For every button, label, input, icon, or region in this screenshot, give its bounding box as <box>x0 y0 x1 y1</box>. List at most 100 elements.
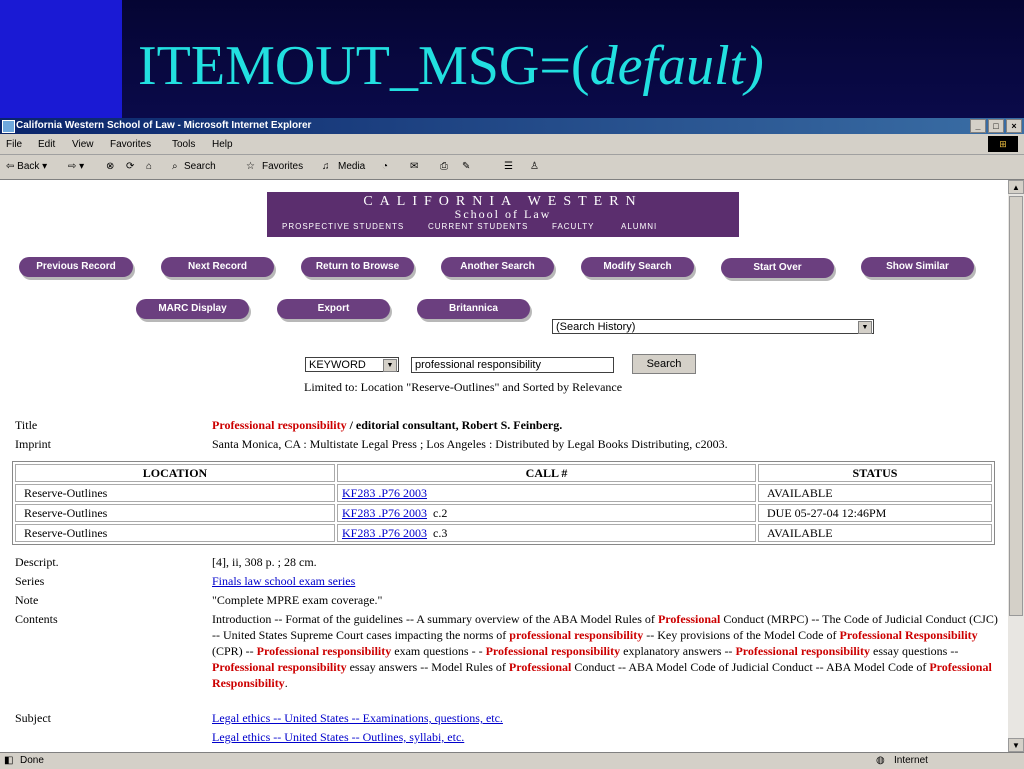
next-record-button[interactable]: Next Record <box>161 257 274 277</box>
descript-label: Descript. <box>15 555 59 569</box>
return-to-browse-button[interactable]: Return to Browse <box>301 257 414 277</box>
browser-window-title: California Western School of Law - Micro… <box>16 120 312 131</box>
contents-text: -- Key provisions of the Model Code of <box>643 628 840 642</box>
chevron-down-icon: ▼ <box>383 359 397 372</box>
subject-link-1[interactable]: Legal ethics -- United States -- Examina… <box>212 710 503 726</box>
menu-edit[interactable]: Edit <box>38 139 55 150</box>
back-button[interactable]: ⇦ Back ▾ <box>6 161 47 172</box>
subject-label: Subject <box>15 711 51 725</box>
table-row: Reserve-Outlines KF283 .P76 2003 c.3 AVA… <box>15 524 992 542</box>
record-contents: Introduction -- Format of the guidelines… <box>212 611 998 691</box>
menu-tools[interactable]: Tools <box>172 139 195 150</box>
status-text: Done <box>20 755 44 766</box>
close-button[interactable]: × <box>1006 119 1022 133</box>
menu-favorites[interactable]: Favorites <box>110 139 151 150</box>
refresh-icon[interactable]: ⟳ <box>126 161 134 172</box>
record-descript: [4], ii, 308 p. ; 28 cm. <box>212 555 317 569</box>
nav-alumni[interactable]: ALUMNI <box>621 222 657 231</box>
vertical-scrollbar[interactable]: ▲ ▼ <box>1008 180 1024 752</box>
favorites-toolbar-button[interactable]: Favorites <box>262 161 303 172</box>
menu-help[interactable]: Help <box>212 139 233 150</box>
mail-icon[interactable]: ✉ <box>410 161 418 172</box>
browser-toolbar: ⇦ Back ▾ ⇨ ▾ ⊗ ⟳ ⌂ ⌕ Search ☆ Favorites … <box>0 155 1024 180</box>
holdings-table: LOCATION CALL # STATUS Reserve-Outlines … <box>12 461 995 545</box>
scrollbar-thumb[interactable] <box>1009 196 1023 616</box>
menu-bar: File Edit View Favorites Tools Help ⊞ <box>0 134 1024 155</box>
marc-display-button[interactable]: MARC Display <box>136 299 249 319</box>
subject-link-text[interactable]: Legal ethics -- United States -- Outline… <box>212 730 464 744</box>
cell-call-number: KF283 .P76 2003 c.3 <box>337 524 756 542</box>
subject-link-2[interactable]: Legal ethics -- United States -- Outline… <box>212 729 464 745</box>
contents-text: essay questions -- <box>870 644 959 658</box>
britannica-button[interactable]: Britannica <box>417 299 530 319</box>
ie-app-icon <box>2 120 15 133</box>
chevron-down-icon: ▼ <box>858 321 872 334</box>
cell-status: AVAILABLE <box>758 524 992 542</box>
slide-title-main: ITEMOUT_MSG=( <box>138 35 590 97</box>
favorites-icon[interactable]: ☆ <box>246 161 255 172</box>
nav-faculty[interactable]: FACULTY <box>552 222 594 231</box>
home-icon[interactable]: ⌂ <box>146 161 152 172</box>
nav-prospective-students[interactable]: PROSPECTIVE STUDENTS <box>282 222 404 231</box>
minimize-button[interactable]: _ <box>970 119 986 133</box>
search-type-select[interactable]: KEYWORD ▼ <box>305 357 399 372</box>
call-number-link[interactable]: KF283 .P76 2003 <box>342 486 427 500</box>
scroll-down-icon[interactable]: ▼ <box>1008 738 1024 752</box>
stop-icon[interactable]: ⊗ <box>106 161 114 172</box>
search-type-value: KEYWORD <box>309 359 366 371</box>
call-number-link[interactable]: KF283 .P76 2003 <box>342 506 427 520</box>
cell-status: AVAILABLE <box>758 484 992 502</box>
series-link[interactable]: Finals law school exam series <box>212 573 355 589</box>
show-similar-button[interactable]: Show Similar <box>861 257 974 277</box>
school-banner: CALIFORNIA WESTERN School of Law PROSPEC… <box>267 192 739 237</box>
title-rest: / editorial consultant, Robert S. Feinbe… <box>346 418 563 432</box>
table-row: Reserve-Outlines KF283 .P76 2003 AVAILAB… <box>15 484 992 502</box>
edit-icon[interactable]: ✎ <box>462 161 470 172</box>
search-history-select[interactable]: (Search History) ▼ <box>552 319 874 334</box>
modify-search-button[interactable]: Modify Search <box>581 257 694 277</box>
start-over-button[interactable]: Start Over <box>721 258 834 278</box>
contents-text: Conduct -- ABA Model Code of Judicial Co… <box>571 660 930 674</box>
messenger-icon[interactable]: ♙ <box>530 161 539 172</box>
export-button[interactable]: Export <box>277 299 390 319</box>
search-input[interactable]: professional responsibility <box>411 357 614 373</box>
contents-text: explanatory answers -- <box>620 644 736 658</box>
record-imprint: Santa Monica, CA : Multistate Legal Pres… <box>212 437 728 451</box>
cell-call-number: KF283 .P76 2003 <box>337 484 756 502</box>
forward-button[interactable]: ⇨ ▾ <box>68 161 84 172</box>
table-row: Reserve-Outlines KF283 .P76 2003 c.2 DUE… <box>15 504 992 522</box>
page-done-icon: ◧ <box>4 755 14 766</box>
contents-highlight: Professional responsibility <box>485 644 621 658</box>
media-icon[interactable]: ♫ <box>322 161 330 172</box>
search-button[interactable]: Search <box>632 354 696 374</box>
cell-location: Reserve-Outlines <box>15 504 335 522</box>
search-history-value: (Search History) <box>556 321 636 333</box>
discuss-icon[interactable]: ☰ <box>504 161 513 172</box>
maximize-button[interactable]: □ <box>988 119 1004 133</box>
contents-label: Contents <box>15 612 58 626</box>
contents-highlight: Professional responsibility <box>735 644 871 658</box>
contents-highlight: Professional responsibility <box>256 644 392 658</box>
call-number-link[interactable]: KF283 .P76 2003 <box>342 526 427 540</box>
cell-location: Reserve-Outlines <box>15 484 335 502</box>
search-icon[interactable]: ⌕ <box>172 161 178 172</box>
nav-current-students[interactable]: CURRENT STUDENTS <box>428 222 528 231</box>
history-icon[interactable]: ◔ <box>382 161 388 172</box>
menu-view[interactable]: View <box>72 139 94 150</box>
another-search-button[interactable]: Another Search <box>441 257 554 277</box>
menu-file[interactable]: File <box>6 139 22 150</box>
cell-call-number: KF283 .P76 2003 c.2 <box>337 504 756 522</box>
browser-title-bar: California Western School of Law - Micro… <box>0 118 1024 134</box>
scroll-up-icon[interactable]: ▲ <box>1008 180 1024 194</box>
print-icon[interactable]: ⎙ <box>440 161 448 172</box>
contents-highlight: Professional <box>508 660 572 674</box>
search-toolbar-button[interactable]: Search <box>184 161 216 172</box>
media-toolbar-button[interactable]: Media <box>338 161 365 172</box>
subject-link-text[interactable]: Legal ethics -- United States -- Examina… <box>212 711 503 725</box>
slide-title: ITEMOUT_MSG=(default) <box>138 38 764 94</box>
series-link-text[interactable]: Finals law school exam series <box>212 574 355 588</box>
imprint-label: Imprint <box>15 437 51 451</box>
record-note: "Complete MPRE exam coverage." <box>212 593 383 607</box>
previous-record-button[interactable]: Previous Record <box>19 257 133 277</box>
status-zone: Internet <box>894 755 928 766</box>
